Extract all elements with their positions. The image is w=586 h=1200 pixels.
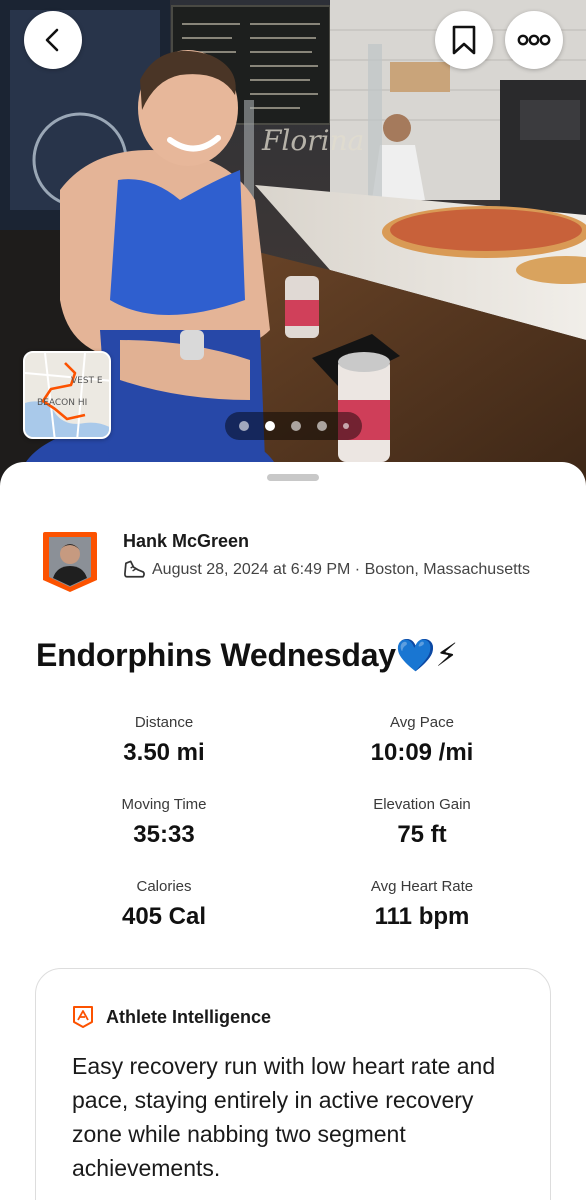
stat-value: 75 ft bbox=[397, 821, 447, 848]
back-button[interactable] bbox=[24, 11, 82, 69]
stat-label: Avg Heart Rate bbox=[370, 878, 474, 895]
athlete-header[interactable]: Hank McGreen August 28, 2024 at 6:49 PM … bbox=[41, 530, 561, 596]
activity-title: Endorphins Wednesday💙⚡ bbox=[36, 637, 458, 673]
stat-avg-pace: Avg Pace 10:09 /mi bbox=[292, 714, 552, 767]
stat-value: 111 bpm bbox=[374, 903, 470, 930]
activity-meta: August 28, 2024 at 6:49 PM · Boston, Mas… bbox=[123, 559, 530, 581]
stat-label: Avg Pace bbox=[390, 714, 454, 731]
stat-distance: Distance 3.50 mi bbox=[34, 714, 294, 767]
stat-elevation-gain: Elevation Gain 75 ft bbox=[292, 796, 552, 849]
pager-dot[interactable] bbox=[342, 423, 349, 429]
stat-label: Distance bbox=[134, 714, 194, 731]
shoe-icon bbox=[124, 560, 145, 578]
athlete-intelligence-header: Athlete Intelligence bbox=[72, 1005, 271, 1029]
more-button[interactable] bbox=[505, 11, 563, 69]
stat-value: 35:33 bbox=[133, 821, 195, 848]
sign-text: Florina bbox=[261, 124, 364, 157]
pager-dot[interactable] bbox=[316, 421, 327, 431]
avatar[interactable] bbox=[41, 530, 99, 594]
athlete-intelligence-card[interactable]: Athlete Intelligence Easy recovery run w… bbox=[35, 968, 551, 1200]
stat-avg-heart-rate: Avg Heart Rate 111 bpm bbox=[292, 878, 552, 931]
sheet-drag-handle[interactable] bbox=[267, 474, 319, 481]
stat-label: Moving Time bbox=[121, 796, 207, 813]
route-map-thumbnail[interactable]: VEST E BEACON HI bbox=[23, 351, 111, 439]
photo-pager[interactable] bbox=[225, 412, 362, 440]
bookmark-button[interactable] bbox=[435, 11, 493, 69]
chevron-left-icon bbox=[45, 28, 59, 52]
athlete-name[interactable]: Hank McGreen bbox=[123, 531, 249, 552]
athlete-intelligence-icon bbox=[73, 1006, 93, 1028]
stat-calories: Calories 405 Cal bbox=[34, 878, 294, 931]
stat-value: 405 Cal bbox=[121, 903, 207, 930]
map-label: VEST E bbox=[71, 376, 103, 386]
pager-dot[interactable] bbox=[238, 421, 249, 431]
stat-value: 3.50 mi bbox=[123, 739, 205, 766]
route-map: VEST E BEACON HI bbox=[25, 353, 109, 437]
stat-label: Elevation Gain bbox=[373, 796, 471, 813]
more-horizontal-icon bbox=[517, 34, 551, 46]
athlete-intelligence-title: Athlete Intelligence bbox=[106, 1006, 272, 1027]
stat-value: 10:09 /mi bbox=[370, 739, 474, 766]
bookmark-icon bbox=[452, 25, 476, 55]
pager-dot[interactable] bbox=[290, 421, 301, 431]
activity-sheet: Hank McGreen August 28, 2024 at 6:49 PM … bbox=[0, 462, 586, 1200]
map-label: BEACON HI bbox=[37, 398, 87, 408]
stat-moving-time: Moving Time 35:33 bbox=[34, 796, 294, 849]
pager-dot-active[interactable] bbox=[264, 421, 275, 431]
activity-photo[interactable]: Florina VEST E BEACON HI bbox=[0, 0, 586, 500]
stat-label: Calories bbox=[136, 878, 192, 895]
athlete-intelligence-summary: Easy recovery run with low heart rate an… bbox=[72, 1053, 496, 1181]
activity-date-location: August 28, 2024 at 6:49 PM · Boston, Mas… bbox=[152, 561, 530, 578]
